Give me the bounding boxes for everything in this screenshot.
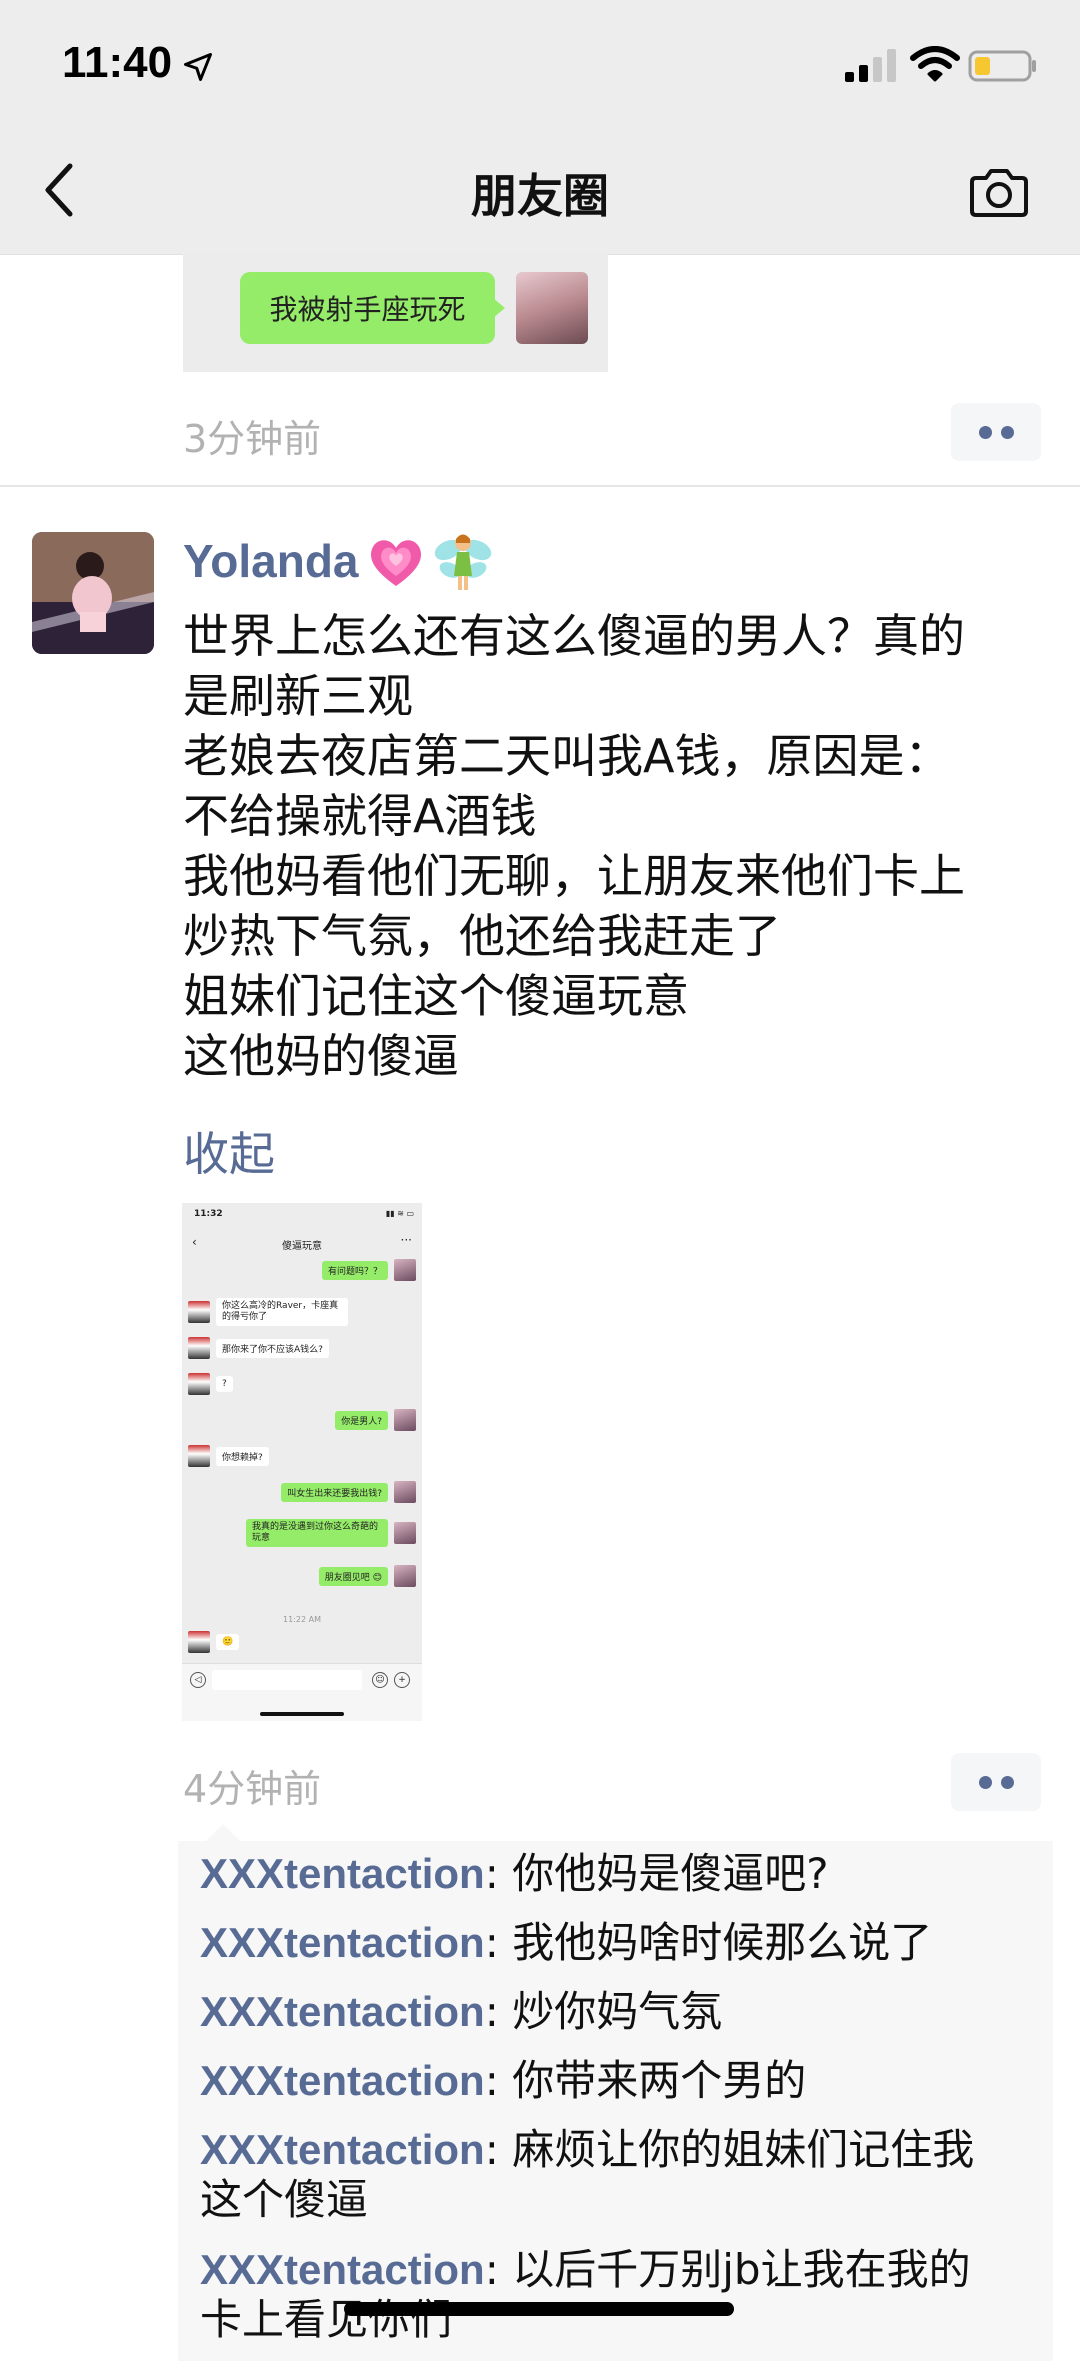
thumb-status-icons: ▮▮ ≋ ▭	[385, 1209, 414, 1218]
thumb-message: 你这么高冷的Raver，卡座真的得亏你了	[188, 1295, 348, 1329]
thumb-bubble: 有问题吗？？	[321, 1260, 388, 1280]
cellular-signal-icon	[845, 49, 896, 82]
status-time: 11:40	[62, 38, 173, 87]
avatar-photo	[32, 532, 154, 654]
previous-post-more-button[interactable]	[951, 403, 1041, 461]
thumb-bubble: 你是男人?	[335, 1410, 388, 1430]
comment-author[interactable]: XXXtentaction	[200, 2246, 485, 2293]
comment-author[interactable]: XXXtentaction	[200, 2057, 485, 2104]
post-image-thumbnail[interactable]: 11:32 ▮▮ ≋ ▭ ‹ 傻逼玩意 ··· 有问题吗？？ 你这么高冷的Rav…	[182, 1203, 422, 1721]
thumb-bubble: 我真的是没遇到过你这么奇葩的玩意	[246, 1519, 388, 1547]
thumb-message: 那你来了你不应该A钱么?	[188, 1337, 329, 1359]
previous-image-avatar	[516, 272, 588, 344]
comment-text: 你他妈是傻逼吧?	[512, 1849, 829, 1898]
previous-post-time: 3分钟前	[183, 417, 322, 461]
growing-heart-emoji-icon	[371, 540, 421, 586]
thumb-home-indicator	[260, 1712, 344, 1716]
thumb-chat-title: 傻逼玩意	[282, 1241, 322, 1252]
comment[interactable]: XXXtentaction: 你带来两个男的	[200, 2056, 1030, 2106]
comment-separator: :	[484, 2245, 513, 2294]
post-line: 老娘去夜店第二天叫我A钱，原因是：	[183, 729, 951, 783]
thumb-timestamp: 11:22 AM	[283, 1615, 321, 1624]
thumb-message: 朋友圈见吧 😊	[318, 1565, 416, 1587]
nav-bar: 朋友圈	[0, 130, 1080, 255]
comment-text: 你带来两个男的	[512, 2056, 807, 2105]
post-line: 姐妹们记住这个傻逼玩意	[183, 969, 689, 1023]
thumb-voice-icon: ◁	[190, 1672, 206, 1688]
thumb-bubble: 🙂	[216, 1634, 240, 1650]
comment-separator: :	[484, 1987, 513, 2036]
previous-image-chat-bubble: 我被射手座玩死	[240, 272, 505, 344]
fairy-emoji-icon	[434, 534, 492, 590]
post-more-button[interactable]	[951, 1753, 1041, 1811]
thumb-bubble: 朋友圈见吧 😊	[318, 1566, 388, 1586]
thumb-input-bar: ◁ ☺ +	[182, 1663, 422, 1721]
thumb-message: 🙂	[188, 1631, 240, 1653]
comment-separator: :	[484, 2056, 513, 2105]
comment[interactable]: XXXtentaction: 炒你妈气氛	[200, 1987, 1030, 2037]
thumb-message: 你想赖掉?	[188, 1445, 269, 1467]
post-line: 我他妈看他们无聊，让朋友来他们卡上	[183, 849, 965, 903]
comment-text: 炒你妈气氛	[512, 1987, 723, 2036]
thumb-emoji-icon: ☺	[372, 1672, 388, 1688]
thumb-message: 有问题吗？？	[321, 1259, 416, 1281]
home-indicator	[344, 2302, 734, 2316]
post-divider	[0, 485, 1080, 487]
thumb-bubble: 你这么高冷的Raver，卡座真的得亏你了	[216, 1298, 348, 1326]
thumb-input-field	[212, 1670, 362, 1690]
comment-author[interactable]: XXXtentaction	[200, 2126, 485, 2173]
comment-separator: :	[484, 1849, 513, 1898]
thumb-more-icon: ···	[400, 1233, 412, 1247]
thumb-bubble: 你想赖掉?	[216, 1446, 269, 1466]
thumb-bubble: ?	[216, 1376, 233, 1392]
camera-icon[interactable]	[968, 168, 1030, 218]
post-line: 炒热下气氛，他还给我赶走了	[183, 909, 781, 963]
comment[interactable]: XXXtentaction: 你他妈是傻逼吧?	[200, 1849, 1030, 1899]
post-line: 世界上怎么还有这么傻逼的男人？真的	[183, 609, 965, 663]
post-line: 这他妈的傻逼	[183, 1029, 459, 1083]
author-avatar[interactable]	[32, 532, 154, 654]
comments-pointer	[205, 1824, 241, 1842]
thumb-plus-icon: +	[394, 1672, 410, 1688]
thumb-bubble: 叫女生出来还要我出钱?	[281, 1482, 388, 1502]
battery-icon	[968, 50, 1036, 82]
thumb-message: 我真的是没遇到过你这么奇葩的玩意	[246, 1515, 416, 1551]
thumb-status-time: 11:32	[194, 1209, 223, 1219]
collapse-link[interactable]: 收起	[183, 1118, 275, 1184]
comment-text: 麻烦让你的姐妹们记住我	[512, 2125, 975, 2174]
comment[interactable]: XXXtentaction: 麻烦让你的姐妹们记住我这个傻逼	[200, 2125, 1030, 2225]
post-time: 4分钟前	[183, 1767, 322, 1811]
comment-text: 我他妈啥时候那么说了	[512, 1918, 933, 1967]
comment[interactable]: XXXtentaction: 以后千万别jb让我在我的 卡上看见你们	[200, 2245, 1030, 2345]
location-arrow-icon	[184, 53, 212, 81]
comment-separator: :	[484, 1918, 513, 1967]
post-line: 是刷新三观	[183, 669, 413, 723]
author-name[interactable]: Yolanda	[183, 534, 359, 588]
thumb-message: 你是男人?	[335, 1409, 416, 1431]
comment-author[interactable]: XXXtentaction	[200, 1919, 485, 1966]
thumb-message: 叫女生出来还要我出钱?	[281, 1481, 416, 1503]
comment-author[interactable]: XXXtentaction	[200, 1850, 485, 1897]
status-bar: 11:40	[0, 0, 1080, 130]
comment-author[interactable]: XXXtentaction	[200, 1988, 485, 2035]
thumb-message: ?	[188, 1373, 233, 1395]
post-line: 不给操就得A酒钱	[183, 789, 537, 843]
thumb-bubble: 那你来了你不应该A钱么?	[216, 1338, 329, 1358]
comment-text: 以后千万别jb让我在我的	[512, 2245, 971, 2294]
comment-separator: :	[484, 2125, 513, 2174]
comments-panel: XXXtentaction: 你他妈是傻逼吧? XXXtentaction: 我…	[178, 1841, 1053, 2361]
comment-text-continued: 这个傻逼	[200, 2175, 369, 2224]
comment[interactable]: XXXtentaction: 我他妈啥时候那么说了	[200, 1918, 1030, 1968]
post-body: 世界上怎么还有这么傻逼的男人？真的 是刷新三观 老娘去夜店第二天叫我A钱，原因是…	[183, 606, 1053, 1086]
page-title: 朋友圈	[471, 169, 609, 223]
wifi-icon	[910, 46, 960, 82]
